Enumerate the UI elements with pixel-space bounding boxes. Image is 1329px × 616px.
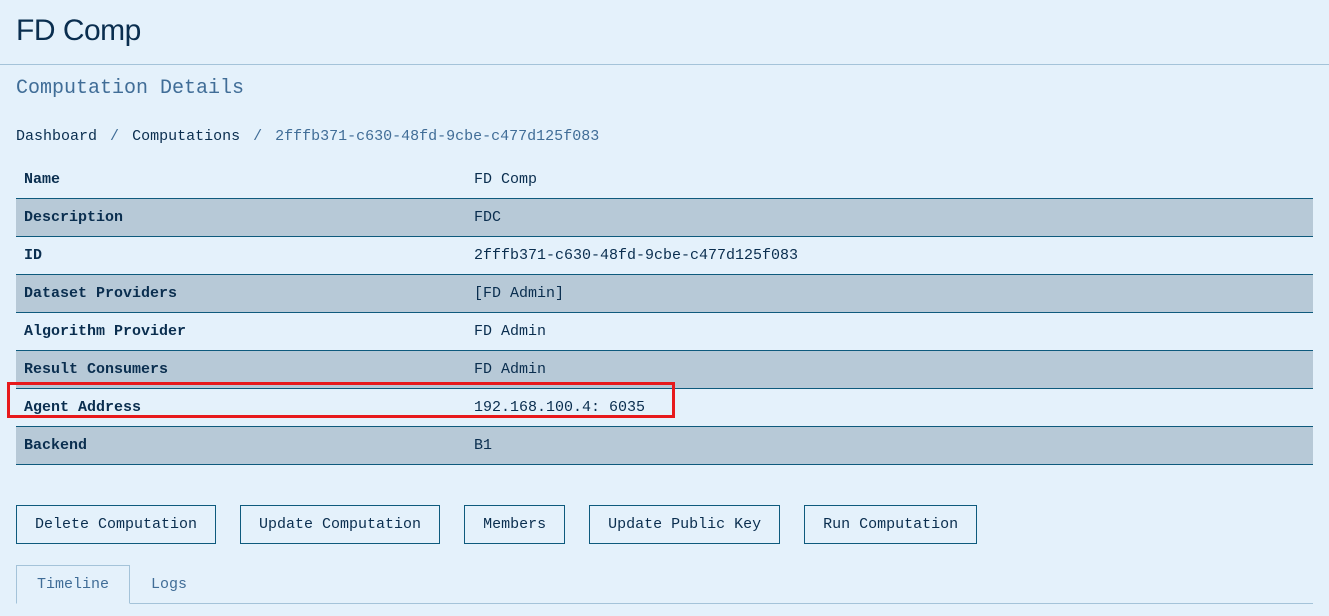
breadcrumb-separator: / bbox=[249, 128, 266, 145]
action-bar: Delete Computation Update Computation Me… bbox=[0, 465, 1329, 544]
breadcrumb-separator: / bbox=[106, 128, 123, 145]
table-row: Agent Address 192.168.100.4: 6035 bbox=[16, 389, 1313, 427]
details-table: Name FD Comp Description FDC ID 2fffb371… bbox=[16, 161, 1313, 465]
detail-label-result-consumers: Result Consumers bbox=[16, 351, 466, 389]
detail-label-id: ID bbox=[16, 237, 466, 275]
table-row: Algorithm Provider FD Admin bbox=[16, 313, 1313, 351]
update-public-key-button[interactable]: Update Public Key bbox=[589, 505, 780, 544]
breadcrumb: Dashboard / Computations / 2fffb371-c630… bbox=[0, 100, 1329, 161]
detail-label-backend: Backend bbox=[16, 427, 466, 465]
tabs: Timeline Logs bbox=[16, 564, 1313, 604]
detail-value-description: FDC bbox=[466, 199, 1313, 237]
detail-value-dataset-providers: [FD Admin] bbox=[466, 275, 1313, 313]
breadcrumb-link-dashboard[interactable]: Dashboard bbox=[16, 128, 97, 145]
tab-logs[interactable]: Logs bbox=[130, 565, 208, 604]
detail-value-id: 2fffb371-c630-48fd-9cbe-c477d125f083 bbox=[466, 237, 1313, 275]
members-button[interactable]: Members bbox=[464, 505, 565, 544]
table-row: Backend B1 bbox=[16, 427, 1313, 465]
breadcrumb-link-computations[interactable]: Computations bbox=[132, 128, 240, 145]
page-title: FD Comp bbox=[16, 14, 1313, 48]
tab-timeline[interactable]: Timeline bbox=[16, 565, 130, 604]
detail-value-backend: B1 bbox=[466, 427, 1313, 465]
run-computation-button[interactable]: Run Computation bbox=[804, 505, 977, 544]
detail-label-description: Description bbox=[16, 199, 466, 237]
detail-label-agent-address: Agent Address bbox=[16, 389, 466, 427]
delete-computation-button[interactable]: Delete Computation bbox=[16, 505, 216, 544]
table-row: ID 2fffb371-c630-48fd-9cbe-c477d125f083 bbox=[16, 237, 1313, 275]
page-subtitle: Computation Details bbox=[0, 65, 1329, 100]
table-row: Description FDC bbox=[16, 199, 1313, 237]
detail-value-result-consumers: FD Admin bbox=[466, 351, 1313, 389]
detail-label-name: Name bbox=[16, 161, 466, 199]
update-computation-button[interactable]: Update Computation bbox=[240, 505, 440, 544]
breadcrumb-current: 2fffb371-c630-48fd-9cbe-c477d125f083 bbox=[275, 128, 599, 145]
detail-value-name: FD Comp bbox=[466, 161, 1313, 199]
table-row: Result Consumers FD Admin bbox=[16, 351, 1313, 389]
detail-label-dataset-providers: Dataset Providers bbox=[16, 275, 466, 313]
detail-value-agent-address: 192.168.100.4: 6035 bbox=[466, 389, 1313, 427]
detail-label-algorithm-provider: Algorithm Provider bbox=[16, 313, 466, 351]
table-row: Name FD Comp bbox=[16, 161, 1313, 199]
detail-value-algorithm-provider: FD Admin bbox=[466, 313, 1313, 351]
table-row: Dataset Providers [FD Admin] bbox=[16, 275, 1313, 313]
